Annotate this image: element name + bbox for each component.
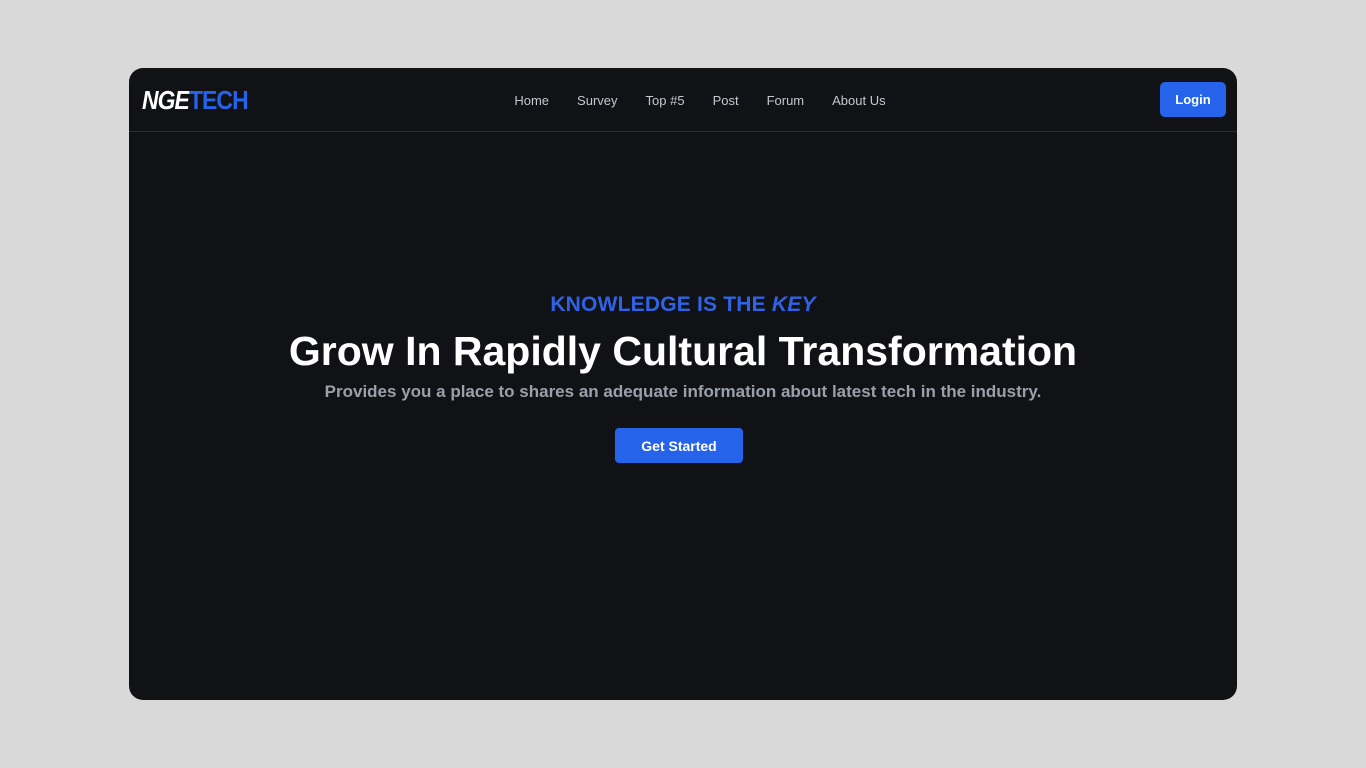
hero-section: KNOWLEDGE IS THE KEY Grow In Rapidly Cul… [129,290,1237,463]
hero-headline: Grow In Rapidly Cultural Transformation [288,328,1078,374]
eyebrow-main: KNOWLEDGE IS THE [550,293,772,316]
app-window: NGE TECH Home Survey Top #5 Post Forum A… [129,68,1237,700]
eyebrow-emphasis: KEY [771,293,816,316]
nav-link-post[interactable]: Post [713,93,739,108]
login-button[interactable]: Login [1160,82,1226,117]
nav-link-survey[interactable]: Survey [577,93,617,108]
nav-link-about-us[interactable]: About Us [832,93,885,108]
nav-link-forum[interactable]: Forum [767,93,805,108]
hero-eyebrow: KNOWLEDGE IS THE KEY [129,290,1237,320]
hero-subtitle: Provides you a place to shares an adequa… [324,382,1042,401]
nav-links: Home Survey Top #5 Post Forum About Us [129,68,1237,132]
nav-link-top5[interactable]: Top #5 [646,93,685,108]
get-started-button[interactable]: Get Started [615,428,743,463]
nav-link-home[interactable]: Home [514,93,549,108]
navbar: NGE TECH Home Survey Top #5 Post Forum A… [129,68,1237,132]
